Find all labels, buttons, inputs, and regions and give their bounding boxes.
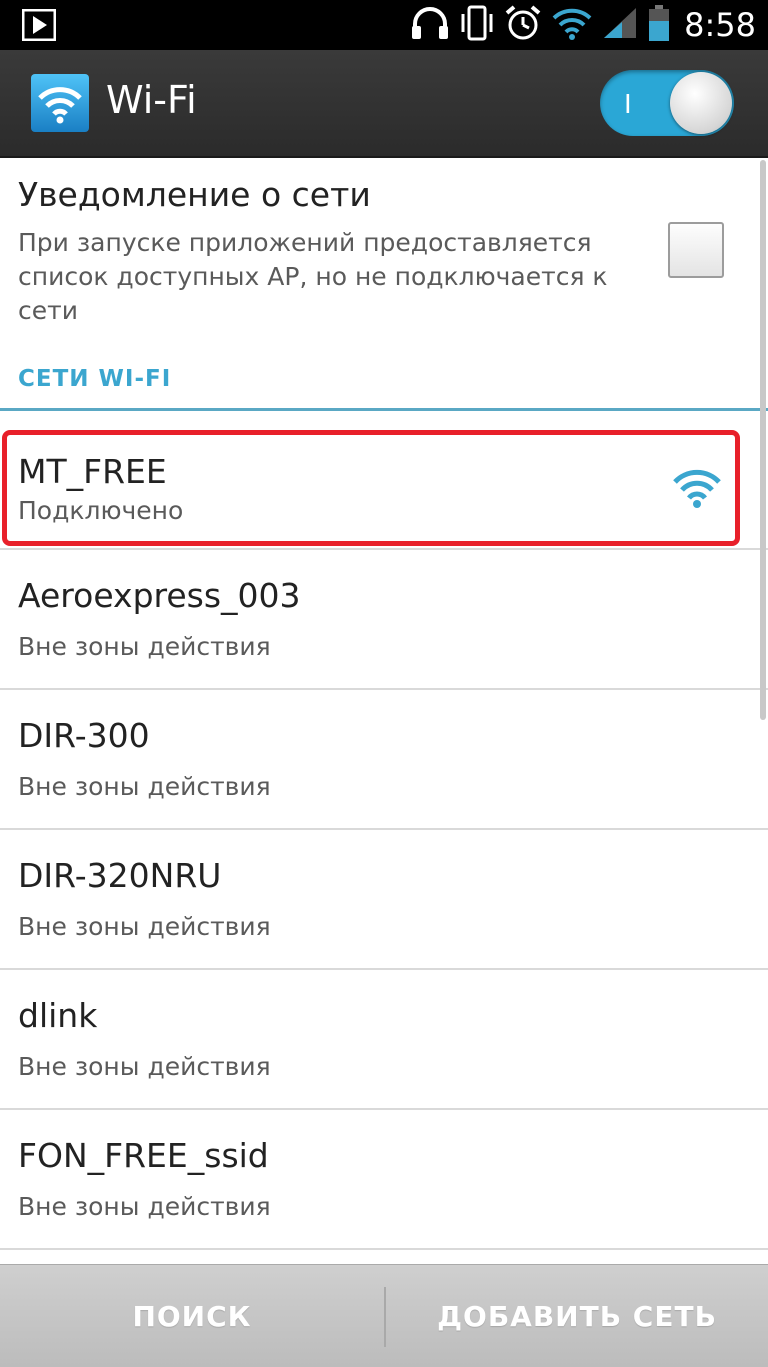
search-button[interactable]: ПОИСК — [0, 1265, 384, 1367]
wifi-signal-strong-icon — [672, 462, 722, 512]
network-notification-description: При запуске приложений предоставляется с… — [18, 228, 608, 325]
clock: 8:58 — [684, 6, 756, 44]
wifi-signal-icon — [552, 6, 592, 44]
toggle-on-indicator: I — [624, 90, 632, 120]
battery-icon — [648, 4, 670, 46]
network-ssid: DIR-300 — [18, 716, 150, 755]
network-ssid: Aeroexpress_003 — [18, 576, 301, 615]
wifi-toggle[interactable]: I — [600, 70, 734, 136]
action-bar: Wi-Fi I — [0, 50, 768, 158]
network-status: Вне зоны действия — [18, 1192, 271, 1221]
play-icon — [21, 8, 57, 45]
network-item-dir-320nru[interactable]: DIR-320NRU Вне зоны действия — [0, 830, 768, 970]
network-status: Вне зоны действия — [18, 912, 271, 941]
network-list: MT_FREE Подключено Aeroexpress_003 Вне з… — [0, 412, 768, 1250]
status-bar: 8:58 — [0, 0, 768, 50]
phone-vibrate-icon — [460, 4, 494, 46]
headphones-icon — [410, 6, 450, 44]
network-ssid: MT_FREE — [18, 452, 167, 491]
network-item-dlink[interactable]: dlink Вне зоны действия — [0, 970, 768, 1110]
section-header-wifi-networks: СЕТИ WI-FI — [18, 366, 172, 392]
network-item-fon-free-ssid[interactable]: FON_FREE_ssid Вне зоны действия — [0, 1110, 768, 1250]
network-ssid: FON_FREE_ssid — [18, 1136, 269, 1175]
network-ssid: DIR-320NRU — [18, 856, 222, 895]
network-notification-checkbox[interactable] — [668, 222, 724, 278]
toggle-knob — [670, 72, 732, 134]
network-status: Вне зоны действия — [18, 1052, 271, 1081]
network-item-dir-300[interactable]: DIR-300 Вне зоны действия — [0, 690, 768, 830]
scrollbar[interactable] — [760, 160, 766, 720]
network-status: Подключено — [18, 496, 184, 525]
network-item-mt-free[interactable]: MT_FREE Подключено — [0, 412, 768, 550]
bottom-bar: ПОИСК ДОБАВИТЬ СЕТЬ — [0, 1264, 768, 1367]
wifi-settings-icon — [30, 73, 90, 133]
section-divider — [0, 408, 768, 411]
network-status: Вне зоны действия — [18, 772, 271, 801]
alarm-icon — [504, 4, 542, 46]
page-title: Wi-Fi — [106, 78, 197, 122]
add-network-button[interactable]: ДОБАВИТЬ СЕТЬ — [386, 1265, 768, 1367]
network-notification-title: Уведомление о сети — [18, 175, 371, 214]
cell-signal-icon — [602, 6, 638, 44]
network-item-aeroexpress[interactable]: Aeroexpress_003 Вне зоны действия — [0, 550, 768, 690]
network-status: Вне зоны действия — [18, 632, 271, 661]
network-ssid: dlink — [18, 996, 98, 1035]
